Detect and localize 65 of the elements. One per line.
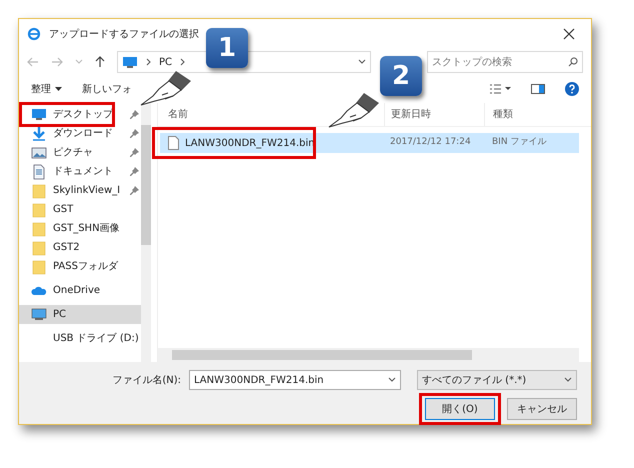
view-options-icon[interactable] bbox=[489, 84, 511, 94]
scrollbar[interactable] bbox=[140, 103, 151, 362]
monitor-icon bbox=[122, 56, 138, 68]
column-header[interactable]: 名前 bbox=[168, 107, 188, 122]
forward-icon[interactable] bbox=[51, 57, 63, 67]
sidebar-item[interactable]: GST2 bbox=[19, 238, 141, 257]
sidebar-item[interactable]: OneDrive bbox=[19, 281, 141, 300]
open-button[interactable]: 開く(O) bbox=[425, 398, 495, 420]
caret-icon bbox=[55, 87, 62, 91]
document-icon bbox=[31, 164, 47, 180]
down-arrow-icon bbox=[31, 126, 47, 142]
sidebar-item[interactable]: GST_SHN画像 bbox=[19, 219, 141, 238]
search-field[interactable]: スクトップの検索 bbox=[427, 51, 583, 73]
modified-date: 2017/12/12 17:24 bbox=[389, 136, 472, 150]
sidebar-item[interactable]: PASSフォルダ bbox=[19, 257, 141, 276]
back-icon[interactable] bbox=[27, 57, 39, 67]
computer-icon bbox=[31, 306, 47, 322]
folder-icon bbox=[31, 258, 47, 274]
search-icon bbox=[568, 57, 578, 67]
chevron-right-icon[interactable] bbox=[180, 58, 186, 66]
file-row[interactable]: LANW300NDR_FW214.bin 2017/12/12 17:24 BIN ファイル bbox=[160, 133, 579, 153]
column-header[interactable]: 種類 bbox=[493, 107, 513, 122]
sidebar-item[interactable]: PC bbox=[19, 305, 141, 324]
step-number-badge: 1 bbox=[206, 28, 248, 68]
window-title: アップロードするファイルの選択 bbox=[49, 28, 199, 42]
sidebar-item[interactable]: ドキュメント bbox=[19, 162, 141, 181]
sidebar-item[interactable]: デスクトップ bbox=[19, 105, 141, 124]
file-name-field[interactable]: LANW300NDR_FW214.bin bbox=[189, 370, 401, 390]
folder-icon bbox=[31, 220, 47, 236]
monitor-icon bbox=[31, 106, 47, 122]
new-folder-button[interactable]: 新しいフォ bbox=[82, 82, 132, 96]
pin-icon[interactable] bbox=[130, 110, 139, 119]
pin-icon[interactable] bbox=[130, 129, 139, 138]
file-type-dropdown[interactable]: すべてのファイル (*.*) bbox=[417, 370, 577, 390]
file-name: LANW300NDR_FW214.bin bbox=[185, 136, 315, 150]
sidebar-item[interactable]: GST bbox=[19, 200, 141, 219]
sidebar-item[interactable]: ダウンロード bbox=[19, 124, 141, 143]
chevron-down-icon bbox=[564, 377, 572, 383]
pin-icon[interactable] bbox=[130, 186, 139, 195]
cancel-button[interactable]: キャンセル bbox=[507, 398, 577, 420]
picture-icon bbox=[31, 144, 47, 160]
sidebar-item[interactable]: ピクチャ bbox=[19, 143, 141, 162]
sidebar-item[interactable]: SkylinkView_I bbox=[19, 181, 141, 200]
folder-icon bbox=[31, 202, 47, 218]
help-icon[interactable] bbox=[565, 82, 579, 96]
file-icon bbox=[168, 136, 179, 150]
browser-icon bbox=[27, 27, 41, 41]
pin-icon[interactable] bbox=[130, 148, 139, 157]
organize-menu[interactable]: 整理 bbox=[31, 82, 62, 96]
chevron-down-icon[interactable] bbox=[358, 59, 366, 65]
column-header[interactable]: 更新日時 bbox=[391, 107, 431, 122]
horizontal-scrollbar[interactable] bbox=[158, 348, 579, 362]
chevron-right-icon bbox=[146, 58, 151, 66]
sidebar-item[interactable]: USB ドライブ (D:) bbox=[19, 329, 141, 348]
close-icon[interactable] bbox=[563, 28, 575, 40]
file-name-label: ファイル名(N): bbox=[112, 374, 181, 388]
preview-pane-icon[interactable] bbox=[531, 84, 545, 94]
up-icon[interactable] bbox=[95, 56, 105, 68]
chevron-down-icon[interactable] bbox=[388, 377, 396, 383]
step-number-badge: 2 bbox=[380, 56, 422, 96]
breadcrumb[interactable]: PC bbox=[159, 54, 172, 70]
file-type: BIN ファイル bbox=[491, 136, 548, 150]
folder-icon bbox=[31, 240, 47, 256]
pin-icon[interactable] bbox=[130, 167, 139, 176]
folder-icon bbox=[31, 182, 47, 198]
